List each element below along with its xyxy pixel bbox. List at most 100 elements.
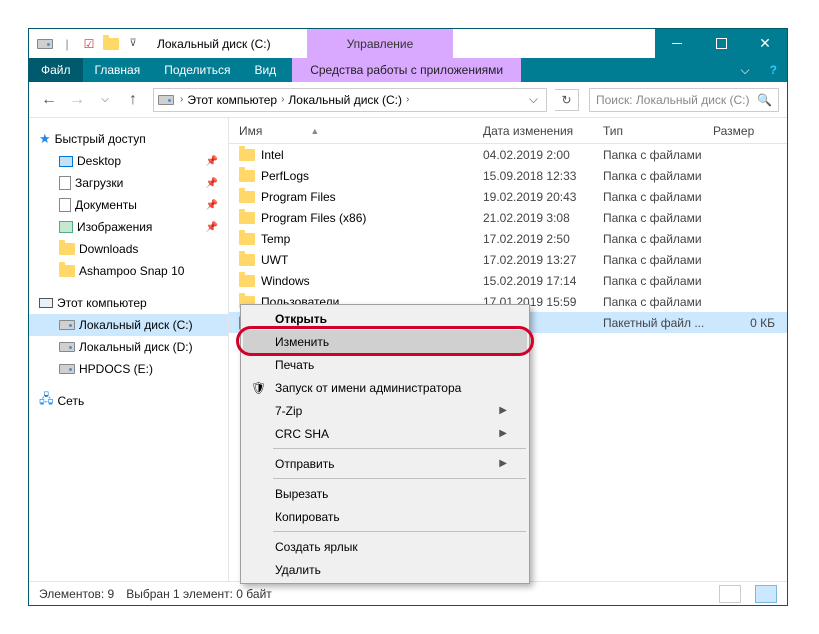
item-name: Windows <box>261 274 310 288</box>
contextual-tab-header: Управление <box>307 29 454 58</box>
help-icon[interactable]: ? <box>760 58 787 82</box>
ctx-run-as-admin[interactable]: 🛡Запуск от имени администратора <box>243 376 527 399</box>
folder-icon[interactable] <box>103 36 119 52</box>
tree-quick-access[interactable]: ★Быстрый доступ <box>29 128 228 150</box>
chevron-right-icon[interactable]: › <box>279 94 286 105</box>
column-date[interactable]: Дата изменения <box>483 124 603 138</box>
drive-icon <box>59 342 75 352</box>
item-type: Папка с файлами <box>603 253 713 267</box>
shield-icon: 🛡 <box>251 381 266 395</box>
tree-desktop[interactable]: Desktop📌 <box>29 150 228 172</box>
chevron-right-icon: ▶ <box>499 458 507 469</box>
ctx-edit[interactable]: Изменить <box>243 330 527 353</box>
ctx-send-to[interactable]: Отправить▶ <box>243 452 527 475</box>
tree-drive-e[interactable]: HPDOCS (E:) <box>29 358 228 380</box>
folder-icon <box>239 254 255 266</box>
ctx-crc-sha[interactable]: CRC SHA▶ <box>243 422 527 445</box>
breadcrumb-drive-c[interactable]: Локальный диск (C:) <box>286 93 404 107</box>
item-date: 17.02.2019 13:27 <box>483 253 603 267</box>
tree-thispc[interactable]: Этот компьютер <box>29 292 228 314</box>
folder-icon <box>239 149 255 161</box>
refresh-button[interactable]: ↻ <box>555 89 579 111</box>
tree-network[interactable]: 🖧Сеть <box>29 390 228 412</box>
properties-icon[interactable]: ☑ <box>81 36 97 52</box>
item-type: Папка с файлами <box>603 148 713 162</box>
tab-home[interactable]: Главная <box>83 58 153 82</box>
column-type[interactable]: Тип <box>603 124 713 138</box>
qat-sep: | <box>59 36 75 52</box>
up-button[interactable]: ↑ <box>121 88 145 112</box>
network-icon: 🖧 <box>39 390 54 412</box>
chevron-right-icon[interactable]: › <box>404 94 411 105</box>
folder-icon <box>239 191 255 203</box>
list-item[interactable]: UWT17.02.2019 13:27Папка с файлами <box>229 249 787 270</box>
tab-view[interactable]: Вид <box>242 58 288 82</box>
qat-chevron[interactable]: ⊽ <box>125 36 141 52</box>
ctx-copy[interactable]: Копировать <box>243 505 527 528</box>
ribbon-expand-icon[interactable]: ⌵ <box>731 58 760 82</box>
back-button[interactable]: ← <box>37 88 61 112</box>
ribbon-tabs: Файл Главная Поделиться Вид Средства раб… <box>29 58 787 82</box>
star-icon: ★ <box>39 131 51 147</box>
minimize-button[interactable] <box>655 29 699 58</box>
desktop-icon <box>59 156 73 167</box>
item-date: 15.09.2018 12:33 <box>483 169 603 183</box>
ctx-separator <box>273 531 526 532</box>
address-dropdown-icon[interactable]: ⌵ <box>525 92 542 107</box>
chevron-right-icon: ▶ <box>499 428 507 439</box>
view-large-icons-button[interactable] <box>755 585 777 603</box>
tree-pictures[interactable]: Изображения📌 <box>29 216 228 238</box>
navigation-bar: ← → ⌵ ↑ › Этот компьютер › Локальный дис… <box>29 82 787 118</box>
list-item[interactable]: Program Files (x86)21.02.2019 3:08Папка … <box>229 207 787 228</box>
tree-downloads-ru[interactable]: Загрузки📌 <box>29 172 228 194</box>
item-date: 21.02.2019 3:08 <box>483 211 603 225</box>
history-dropdown[interactable]: ⌵ <box>93 88 117 112</box>
tab-share[interactable]: Поделиться <box>152 58 242 82</box>
view-details-button[interactable] <box>719 585 741 603</box>
ctx-7zip[interactable]: 7-Zip▶ <box>243 399 527 422</box>
ctx-print[interactable]: Печать <box>243 353 527 376</box>
search-icon[interactable]: 🔍 <box>757 93 772 107</box>
search-input[interactable]: Поиск: Локальный диск (C:) 🔍 <box>589 88 779 112</box>
item-date: 17.02.2019 2:50 <box>483 232 603 246</box>
list-item[interactable]: Windows15.02.2019 17:14Папка с файлами <box>229 270 787 291</box>
ctx-cut[interactable]: Вырезать <box>243 482 527 505</box>
close-button[interactable]: ✕ <box>743 29 787 58</box>
chevron-right-icon[interactable]: › <box>178 94 185 105</box>
forward-button[interactable]: → <box>65 88 89 112</box>
sort-asc-icon: ▲ <box>310 126 319 136</box>
list-item[interactable]: Program Files19.02.2019 20:43Папка с фай… <box>229 186 787 207</box>
item-type: Папка с файлами <box>603 295 713 309</box>
ctx-open[interactable]: Открыть <box>243 307 527 330</box>
tree-drive-c[interactable]: Локальный диск (C:) <box>29 314 228 336</box>
list-item[interactable]: Temp17.02.2019 2:50Папка с файлами <box>229 228 787 249</box>
ctx-delete[interactable]: Удалить <box>243 558 527 581</box>
tree-documents[interactable]: Документы📌 <box>29 194 228 216</box>
breadcrumb-thispc[interactable]: Этот компьютер <box>185 93 279 107</box>
quick-access-toolbar: | ☑ ⊽ Локальный диск (C:) <box>29 29 279 58</box>
folder-icon <box>239 212 255 224</box>
folder-icon <box>239 170 255 182</box>
pin-icon: 📌 <box>206 178 218 189</box>
ctx-create-shortcut[interactable]: Создать ярлык <box>243 535 527 558</box>
tab-drive-tools[interactable]: Средства работы с приложениями <box>292 58 521 82</box>
address-bar[interactable]: › Этот компьютер › Локальный диск (C:) ›… <box>153 88 547 112</box>
column-name[interactable]: Имя▲ <box>229 124 483 138</box>
list-item[interactable]: Intel04.02.2019 2:00Папка с файлами <box>229 144 787 165</box>
tree-drive-d[interactable]: Локальный диск (D:) <box>29 336 228 358</box>
item-type: Пакетный файл ... <box>603 316 713 330</box>
item-type: Папка с файлами <box>603 190 713 204</box>
column-size[interactable]: Размер <box>713 124 787 138</box>
maximize-button[interactable] <box>699 29 743 58</box>
tree-downloads-en[interactable]: Downloads <box>29 238 228 260</box>
item-date: 19.02.2019 20:43 <box>483 190 603 204</box>
tab-file[interactable]: Файл <box>29 58 83 82</box>
item-name: Intel <box>261 148 284 162</box>
window-controls: ✕ <box>655 29 787 58</box>
item-name: Program Files (x86) <box>261 211 366 225</box>
item-name: Temp <box>261 232 290 246</box>
tree-ashampoo[interactable]: Ashampoo Snap 10 <box>29 260 228 282</box>
search-placeholder: Поиск: Локальный диск (C:) <box>596 93 757 107</box>
list-item[interactable]: PerfLogs15.09.2018 12:33Папка с файлами <box>229 165 787 186</box>
status-selection: Выбран 1 элемент: 0 байт <box>126 587 272 601</box>
